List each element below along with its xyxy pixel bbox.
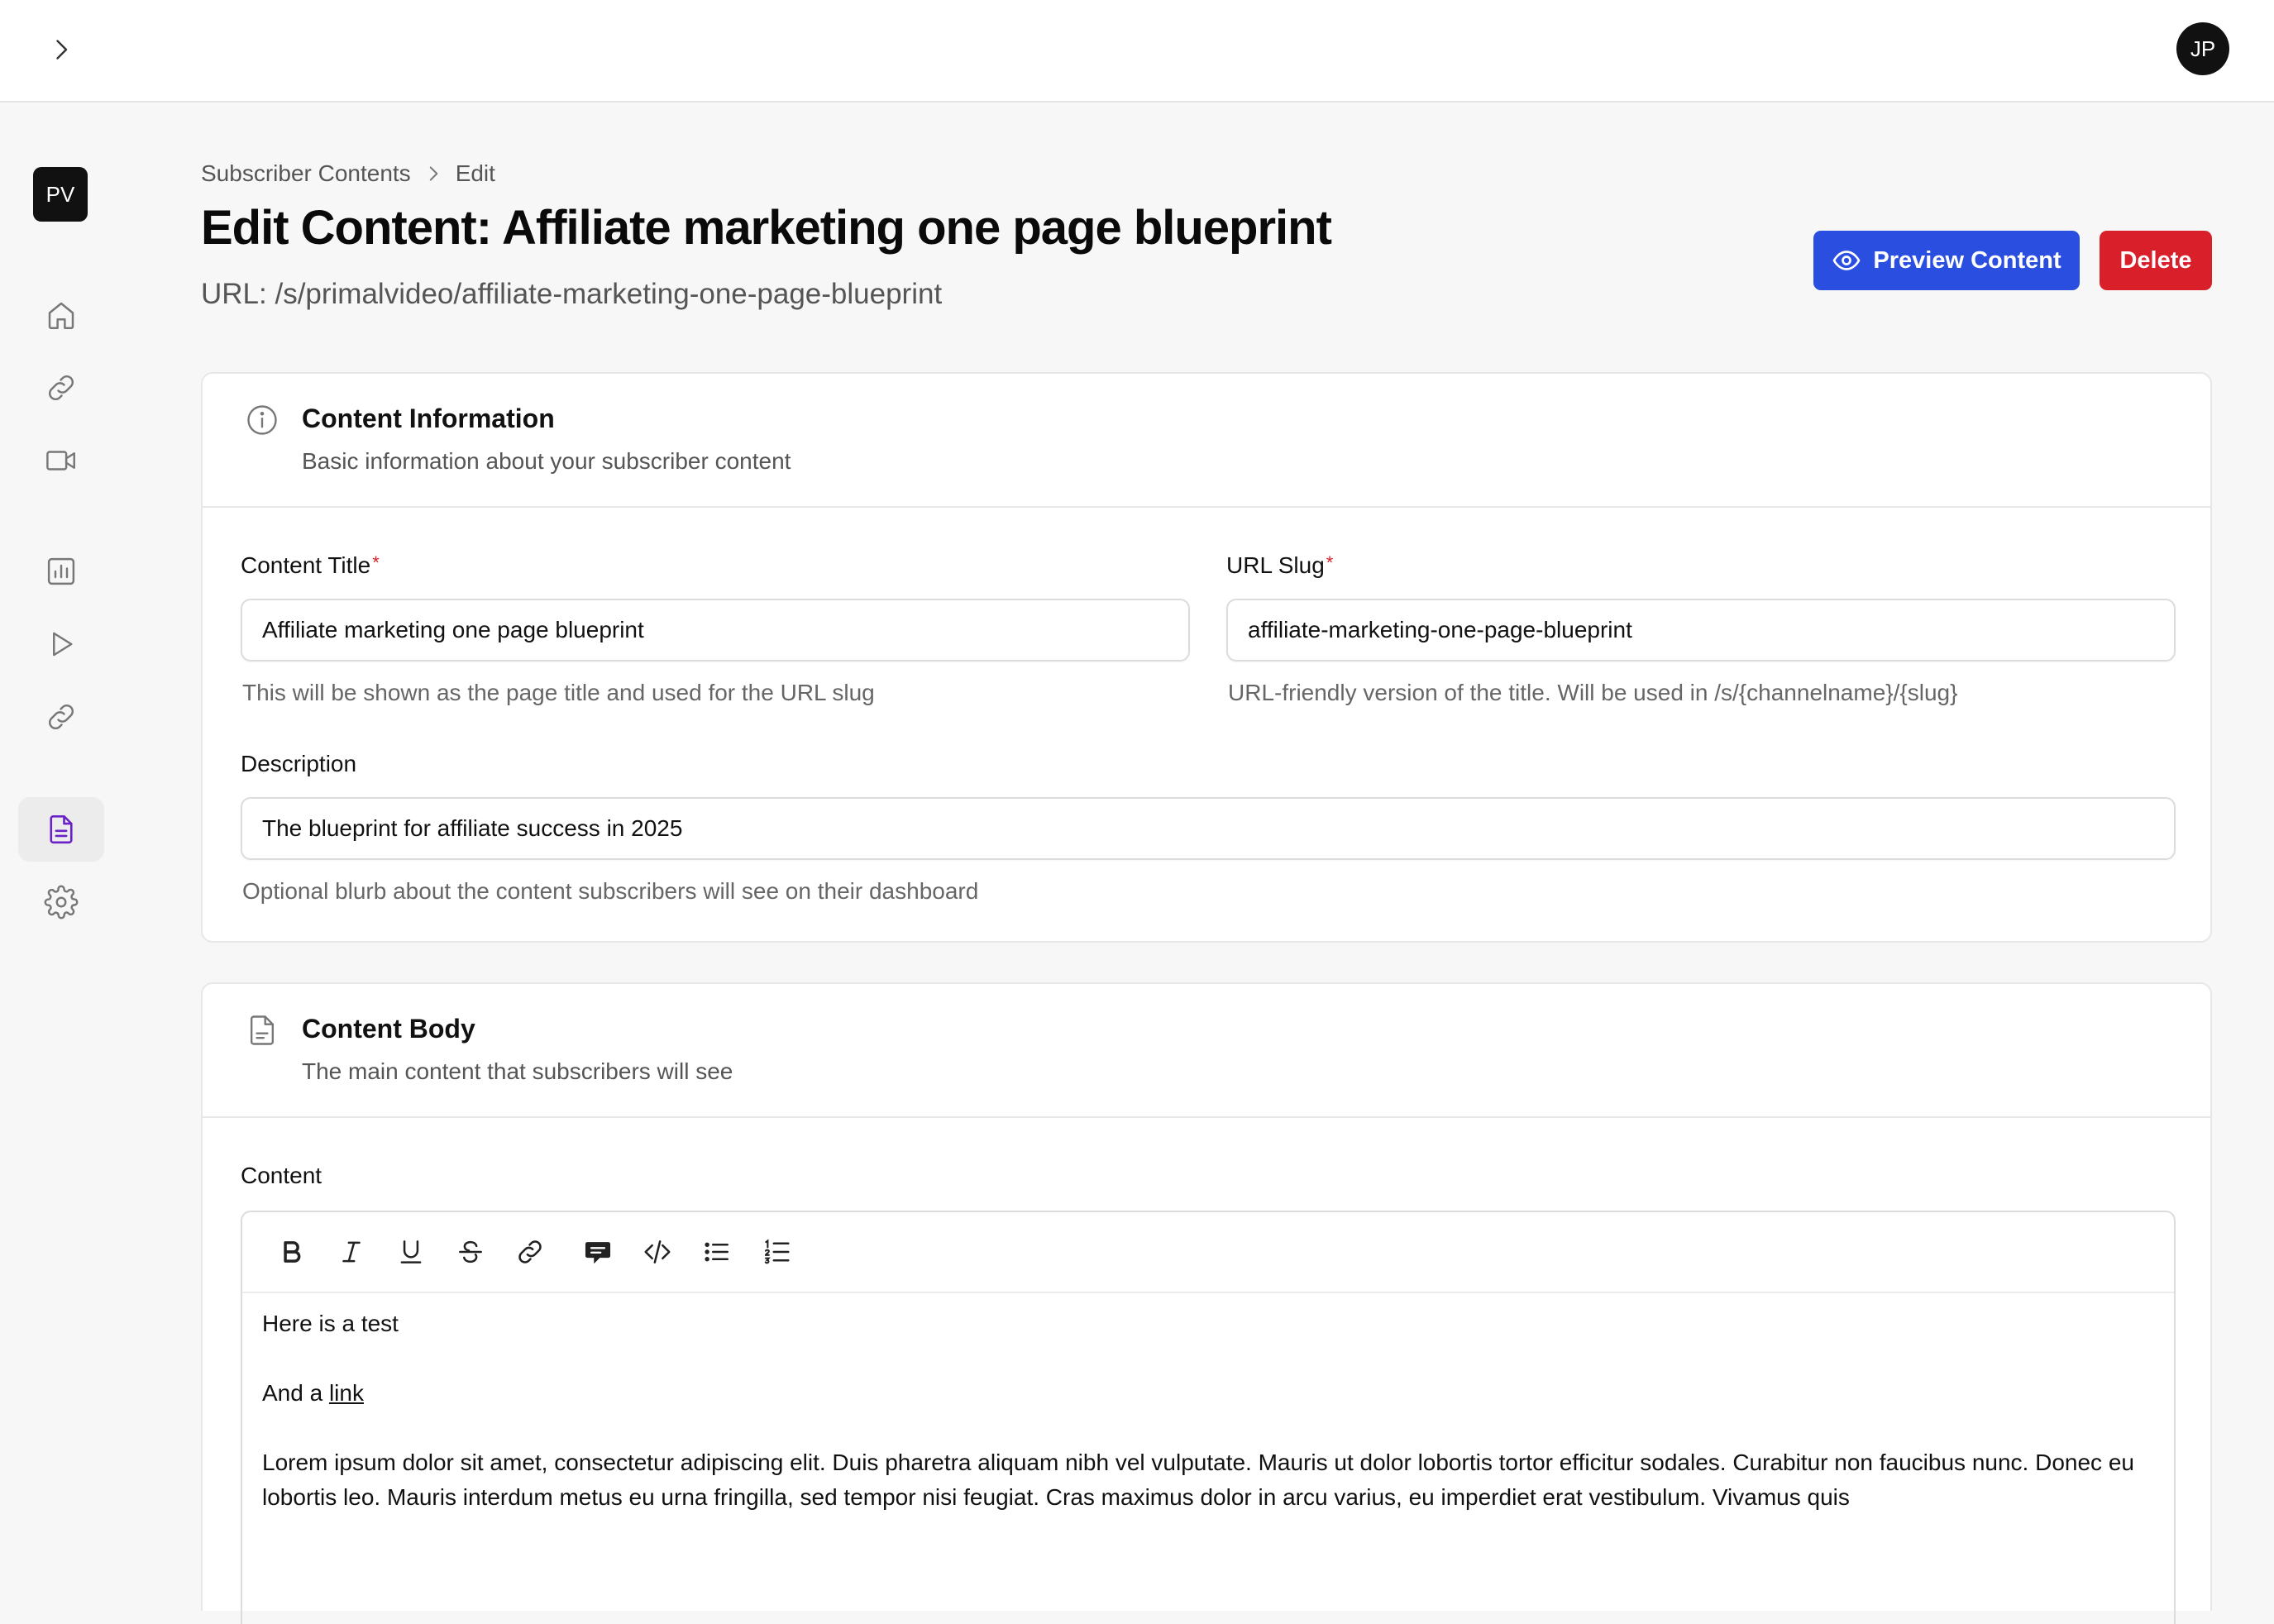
sidebar-item-links[interactable] [18,356,104,420]
sidebar-item-home[interactable] [18,283,104,347]
eye-icon [1833,251,1861,270]
link-icon [518,1240,542,1263]
card-subtitle: The main content that subscribers will s… [302,1058,733,1084]
chevron-right-icon [429,166,437,181]
bold-icon [284,1241,301,1263]
editor-content[interactable]: Here is a test And a link Lorem ipsum do… [262,1306,2156,1550]
italic-button[interactable] [327,1227,376,1277]
sidebar-item-play[interactable] [18,612,104,676]
card-title: Content Body [302,1014,475,1044]
content-body-card: Content Body The main content that subsc… [201,982,2212,1624]
card-header: Content Body The main content that subsc… [203,984,2210,1118]
card-header: Content Information Basic information ab… [203,374,2210,508]
sidebar-item-analytics[interactable] [18,539,104,604]
document-icon [50,814,73,844]
italic-icon [342,1241,361,1263]
sidebar-item-videos[interactable] [18,428,104,493]
breadcrumb: Subscriber Contents Edit [201,157,495,190]
document-icon [250,1015,275,1045]
preview-content-button[interactable]: Preview Content [1813,231,2080,290]
top-bar: JP [0,0,2274,103]
underline-button[interactable] [386,1227,436,1277]
home-icon [48,302,74,329]
rich-text-editor: Here is a test And a link Lorem ipsum do… [241,1211,2176,1624]
sidebar: PV [0,103,122,1502]
brand-logo[interactable]: PV [33,167,88,222]
bar-chart-icon [47,557,75,585]
delete-button[interactable]: Delete [2100,231,2212,290]
delete-label: Delete [2119,246,2192,274]
link-icon [49,375,74,400]
paragraph: And a link [262,1380,364,1406]
strikethrough-icon [459,1240,482,1263]
comment-icon [585,1242,611,1264]
paragraph: Lorem ipsum dolor sit amet, consectetur … [262,1450,2134,1510]
comment-button[interactable] [573,1227,623,1277]
content-title-label: Content Title* [241,552,380,578]
content-information-card: Content Information Basic information ab… [201,372,2212,943]
page-title: Edit Content: Affiliate marketing one pa… [201,201,1332,255]
card-title: Content Information [302,404,555,433]
sidebar-item-settings[interactable] [18,870,104,934]
gear-icon [44,885,79,919]
chevron-right-icon [56,40,68,60]
url-slug-input[interactable]: affiliate-marketing-one-page-blueprint [1226,599,2176,662]
breadcrumb-edit: Edit [455,160,495,186]
required-mark: * [372,552,380,573]
description-label: Description [241,751,357,776]
page-url: URL: /s/primalvideo/affiliate-marketing-… [201,278,943,310]
inline-link[interactable]: link [329,1380,364,1406]
content-title-input[interactable]: Affiliate marketing one page blueprint [241,599,1190,662]
url-slug-label: URL Slug* [1226,552,1334,578]
required-mark: * [1326,552,1334,573]
bold-button[interactable] [267,1227,317,1277]
strikethrough-button[interactable] [446,1227,495,1277]
description-input[interactable]: The blueprint for affiliate success in 2… [241,797,2176,860]
url-slug-help: URL-friendly version of the title. Will … [1228,680,1958,705]
content-label: Content [241,1163,322,1188]
sidebar-item-links-2[interactable] [18,685,104,749]
numbered-list-icon [764,1239,790,1264]
card-subtitle: Basic information about your subscriber … [302,448,791,474]
sidebar-item-subscriber-contents[interactable] [18,797,104,862]
editor-toolbar [242,1212,2174,1293]
bullet-list-button[interactable] [692,1227,742,1277]
info-icon [247,405,277,435]
user-avatar[interactable]: JP [2176,22,2229,75]
breadcrumb-subscriber-contents[interactable]: Subscriber Contents [201,160,411,187]
code-icon [644,1240,671,1263]
bullet-list-icon [705,1242,729,1262]
paragraph: Here is a test [262,1311,399,1336]
code-button[interactable] [633,1227,682,1277]
content-title-help: This will be shown as the page title and… [242,680,875,705]
link-button[interactable] [505,1227,555,1277]
link-icon [49,705,74,729]
play-icon [53,632,73,657]
preview-content-label: Preview Content [1873,246,2061,274]
expand-sidebar-button[interactable] [41,30,81,69]
underline-icon [400,1240,422,1263]
numbered-list-button[interactable] [752,1227,801,1277]
description-help: Optional blurb about the content subscri… [242,878,979,904]
video-icon [46,451,75,470]
